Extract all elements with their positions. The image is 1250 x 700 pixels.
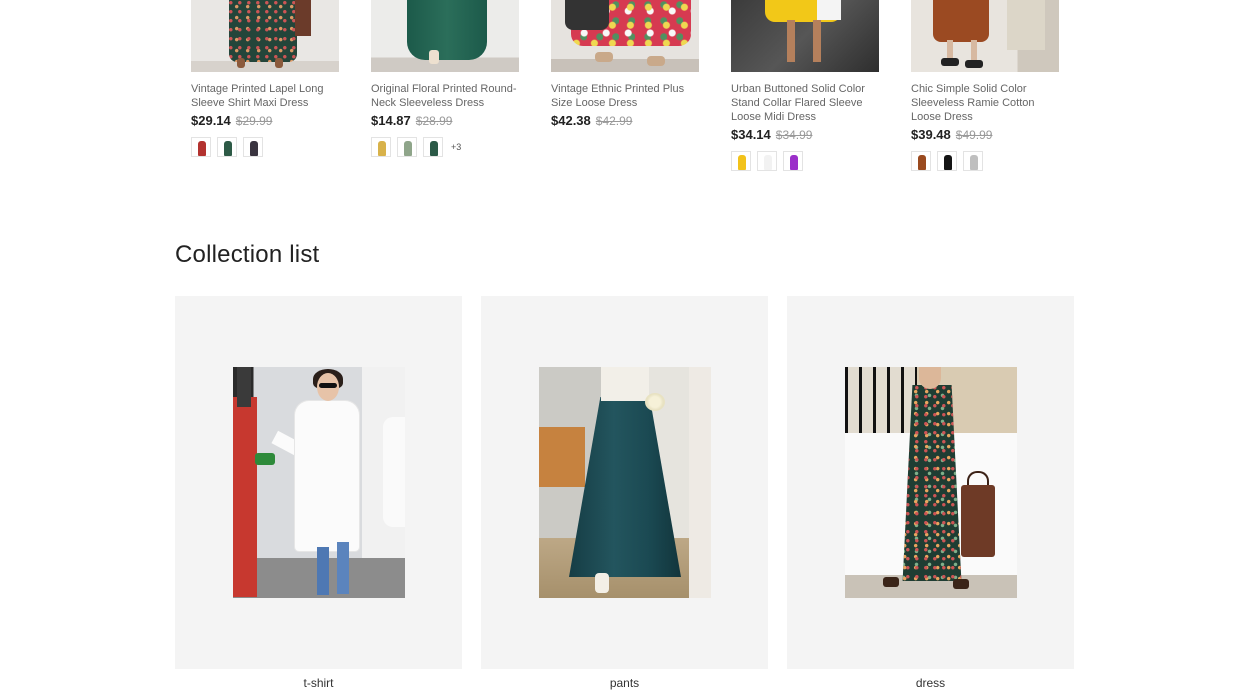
sale-price: $34.14	[731, 127, 771, 142]
product-grid: Vintage Printed Lapel Long Sleeve Shirt …	[191, 0, 1059, 171]
product-title[interactable]: Chic Simple Solid Color Sleeveless Ramie…	[911, 82, 1059, 124]
sale-price: $29.14	[191, 113, 231, 128]
product-image[interactable]	[911, 0, 1059, 72]
price-row: $29.14 $29.99	[191, 113, 339, 128]
collection-card-background[interactable]	[787, 296, 1074, 669]
color-swatch[interactable]	[757, 151, 777, 171]
color-swatch[interactable]	[423, 137, 443, 157]
color-swatches	[731, 151, 879, 171]
price-row: $34.14 $34.99	[731, 127, 879, 142]
collection-list-heading: Collection list	[175, 241, 320, 268]
collection-card-dress[interactable]: dress	[787, 296, 1074, 690]
original-price: $49.99	[955, 128, 993, 142]
color-swatches	[911, 151, 1059, 171]
price-row: $14.87 $28.99	[371, 113, 519, 128]
color-swatch[interactable]	[243, 137, 263, 157]
color-swatch[interactable]	[191, 137, 211, 157]
color-swatch[interactable]	[397, 137, 417, 157]
original-price: $29.99	[235, 114, 273, 128]
collection-card-background[interactable]	[481, 296, 768, 669]
collection-card-background[interactable]	[175, 296, 462, 669]
product-card[interactable]: Vintage Printed Lapel Long Sleeve Shirt …	[191, 0, 339, 171]
collection-card-tshirt[interactable]: t-shirt	[175, 296, 462, 690]
product-image[interactable]	[551, 0, 699, 72]
product-title[interactable]: Original Floral Printed Round-Neck Sleev…	[371, 82, 519, 110]
price-row: $42.38 $42.99	[551, 113, 699, 128]
product-title[interactable]: Urban Buttoned Solid Color Stand Collar …	[731, 82, 879, 124]
product-card[interactable]: Original Floral Printed Round-Neck Sleev…	[371, 0, 519, 171]
color-swatch[interactable]	[911, 151, 931, 171]
collection-image[interactable]	[233, 367, 405, 598]
storefront-page: Vintage Printed Lapel Long Sleeve Shirt …	[0, 0, 1250, 700]
collection-label[interactable]: t-shirt	[175, 676, 462, 690]
product-card[interactable]: Vintage Ethnic Printed Plus Size Loose D…	[551, 0, 699, 171]
product-card[interactable]: Chic Simple Solid Color Sleeveless Ramie…	[911, 0, 1059, 171]
color-swatch[interactable]	[731, 151, 751, 171]
color-swatch[interactable]	[783, 151, 803, 171]
color-swatch[interactable]	[371, 137, 391, 157]
color-swatch[interactable]	[217, 137, 237, 157]
color-swatch[interactable]	[937, 151, 957, 171]
product-title[interactable]: Vintage Printed Lapel Long Sleeve Shirt …	[191, 82, 339, 110]
color-swatches: +3	[371, 137, 519, 157]
original-price: $42.99	[595, 114, 633, 128]
product-title[interactable]: Vintage Ethnic Printed Plus Size Loose D…	[551, 82, 699, 110]
collection-image[interactable]	[845, 367, 1017, 598]
price-row: $39.48 $49.99	[911, 127, 1059, 142]
color-swatches	[191, 137, 339, 157]
collection-grid: t-shirt pants dress	[175, 296, 1074, 690]
collection-card-pants[interactable]: pants	[481, 296, 768, 690]
color-swatch[interactable]	[963, 151, 983, 171]
original-price: $34.99	[775, 128, 813, 142]
more-colors-count[interactable]: +3	[451, 142, 461, 152]
sale-price: $42.38	[551, 113, 591, 128]
product-image[interactable]	[731, 0, 879, 72]
sale-price: $14.87	[371, 113, 411, 128]
sale-price: $39.48	[911, 127, 951, 142]
product-card[interactable]: Urban Buttoned Solid Color Stand Collar …	[731, 0, 879, 171]
original-price: $28.99	[415, 114, 453, 128]
product-image[interactable]	[371, 0, 519, 72]
collection-label[interactable]: dress	[787, 676, 1074, 690]
product-image[interactable]	[191, 0, 339, 72]
collection-image[interactable]	[539, 367, 711, 598]
collection-label[interactable]: pants	[481, 676, 768, 690]
